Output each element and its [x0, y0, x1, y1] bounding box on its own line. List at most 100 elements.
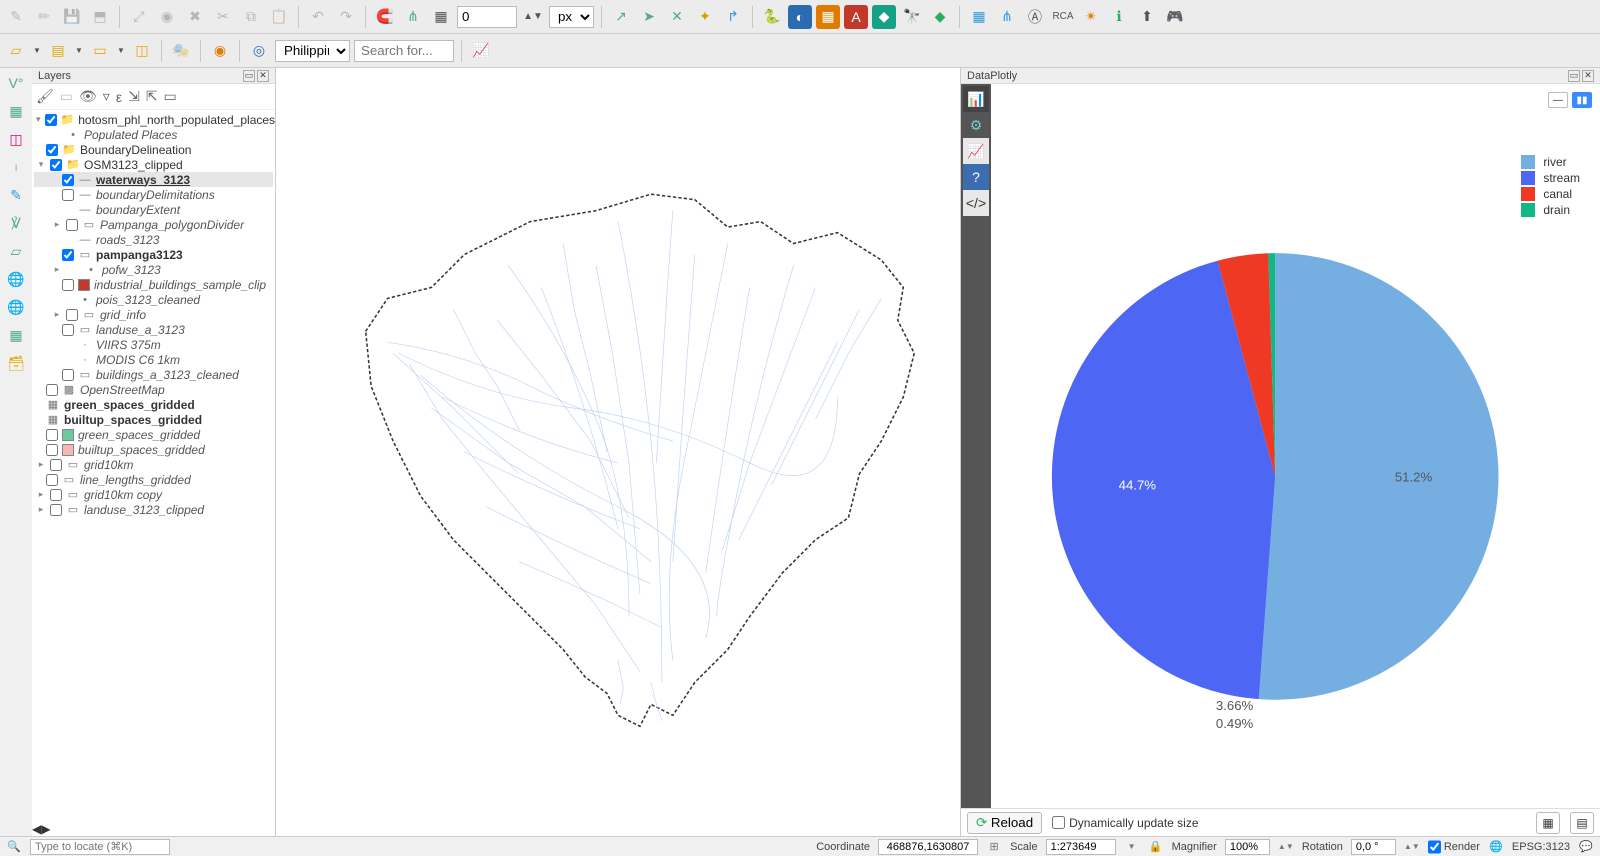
dataplotly-plot[interactable]: — ▮▮ 51.2%44.7%3.66%0.49% riverstreamcan… — [991, 84, 1600, 808]
layer-checkbox[interactable] — [62, 189, 74, 201]
dp-toggle-left-icon[interactable]: — — [1548, 92, 1568, 108]
python-icon[interactable]: 🐍 — [760, 5, 784, 29]
stepper-icon[interactable]: ▲▼ — [521, 5, 545, 29]
scale-value[interactable] — [1046, 839, 1116, 855]
dp-tab-code-icon[interactable]: </> — [963, 190, 989, 216]
magnifier-value[interactable] — [1225, 839, 1270, 855]
plugin-teal-icon[interactable]: ◆ — [872, 5, 896, 29]
plugin-green-icon[interactable]: ◆ — [928, 5, 952, 29]
extents-icon[interactable]: ⊞ — [986, 839, 1002, 855]
select-all-icon[interactable]: ▤ — [46, 39, 70, 63]
rotation-value[interactable] — [1351, 839, 1396, 855]
tool-green-icon[interactable]: ↗ — [609, 5, 633, 29]
wcs-icon[interactable]: 🌐 — [5, 296, 27, 318]
layer-checkbox[interactable] — [46, 144, 58, 156]
tool-arrow-icon[interactable]: ➤ — [637, 5, 661, 29]
wms-icon[interactable]: ▱ — [5, 240, 27, 262]
db-icon[interactable]: 🗃 — [5, 352, 27, 374]
plugin-orange-icon[interactable]: ▦ — [816, 5, 840, 29]
tool-arrow2-icon[interactable]: ↱ — [721, 5, 745, 29]
country-select[interactable]: Philippines — [275, 40, 350, 62]
legend-item-canal[interactable]: canal — [1521, 186, 1580, 202]
a-tool-icon[interactable]: Ⓐ — [1023, 5, 1047, 29]
layer-checkbox[interactable] — [50, 489, 62, 501]
tool-star-icon[interactable]: ✦ — [693, 5, 717, 29]
layer-checkbox[interactable] — [62, 369, 74, 381]
crs-value[interactable]: EPSG:3123 — [1512, 841, 1570, 853]
remove-layer-icon[interactable]: ▭ — [164, 88, 177, 105]
layer-checkbox[interactable] — [46, 474, 58, 486]
locator-input[interactable] — [30, 839, 170, 855]
layer-checkbox[interactable] — [46, 429, 58, 441]
panel-close-icon[interactable]: ✕ — [257, 70, 269, 82]
vertex-tool-icon[interactable]: ⋔ — [401, 5, 425, 29]
virtual-layer-icon[interactable]: ℣ — [5, 212, 27, 234]
expand-icon[interactable]: ⇲ — [128, 88, 140, 105]
messages-icon[interactable]: 💬 — [1578, 839, 1594, 855]
nodes-icon[interactable]: ⋔ — [995, 5, 1019, 29]
dp-tab-help-icon[interactable]: ? — [963, 164, 989, 190]
layer-checkbox[interactable] — [46, 384, 58, 396]
plugin-blue-icon[interactable]: ◐ — [788, 5, 812, 29]
select-rect-icon[interactable]: ▱ — [4, 39, 28, 63]
eye-icon[interactable]: ▭ — [60, 88, 73, 105]
dropdown-arrow-icon[interactable]: ▼ — [32, 39, 42, 63]
pie-slice-river[interactable] — [1259, 253, 1499, 700]
dp-footer-tool2-icon[interactable]: ▤ — [1570, 812, 1594, 834]
dropdown-arrow-icon[interactable]: ▼ — [74, 39, 84, 63]
dynamic-update-checkbox[interactable] — [1052, 816, 1065, 829]
magnifier-stepper-icon[interactable]: ▲▼ — [1278, 839, 1294, 855]
style-icon[interactable]: 🖌 — [36, 88, 54, 105]
layer-checkbox[interactable] — [66, 219, 78, 231]
layer-checkbox[interactable] — [62, 324, 74, 336]
layers-hscroll[interactable]: ◀▶ — [32, 822, 275, 836]
layer-checkbox[interactable] — [46, 444, 58, 456]
delim-text-icon[interactable]: ၊ — [5, 156, 27, 178]
binoculars-icon[interactable]: 🔭 — [900, 5, 924, 29]
dp-tab-plot-icon[interactable]: 📊 — [963, 86, 989, 112]
chart-icon[interactable]: 📈 — [469, 39, 493, 63]
mesh-layer-icon[interactable]: ◫ — [5, 128, 27, 150]
expression-icon[interactable]: ε — [116, 89, 122, 105]
tool-x-icon[interactable]: ✕ — [665, 5, 689, 29]
rca-icon[interactable]: RCA — [1051, 5, 1075, 29]
layer-checkbox[interactable] — [62, 249, 74, 261]
spatialite-icon[interactable]: ✎ — [5, 184, 27, 206]
wfs-icon[interactable]: 🌐 — [5, 268, 27, 290]
layer-checkbox[interactable] — [62, 279, 74, 291]
collapse-icon[interactable]: ⇱ — [146, 88, 158, 105]
coordinate-value[interactable] — [878, 839, 978, 855]
xyz-icon[interactable]: ▦ — [5, 324, 27, 346]
layer-checkbox[interactable] — [50, 159, 62, 171]
crs-icon[interactable]: 🌐 — [1488, 839, 1504, 855]
units-select[interactable]: px — [549, 6, 594, 28]
panel-undock-icon[interactable]: ▭ — [1568, 70, 1580, 82]
lock-icon[interactable]: 🔒 — [1148, 839, 1164, 855]
dp-tab-settings-icon[interactable]: ⚙ — [963, 112, 989, 138]
plugin-red-icon[interactable]: A — [844, 5, 868, 29]
controller-icon[interactable]: 🎮 — [1163, 5, 1187, 29]
layer-checkbox[interactable] — [62, 174, 74, 186]
legend-item-drain[interactable]: drain — [1521, 202, 1580, 218]
legend-item-river[interactable]: river — [1521, 154, 1580, 170]
reload-button[interactable]: ⟳ Reload — [967, 812, 1042, 834]
legend-item-stream[interactable]: stream — [1521, 170, 1580, 186]
tolerance-input[interactable] — [457, 6, 517, 28]
layer-checkbox[interactable] — [45, 114, 57, 126]
panel-undock-icon[interactable]: ▭ — [243, 70, 255, 82]
layer-checkbox[interactable] — [66, 309, 78, 321]
export-icon[interactable]: ⬆ — [1135, 5, 1159, 29]
render-checkbox[interactable] — [1428, 839, 1441, 855]
orange-circle-icon[interactable]: ◉ — [208, 39, 232, 63]
layer-tree[interactable]: ▾📁hotosm_phl_north_populated_places •Pop… — [32, 110, 275, 822]
filter-icon[interactable]: ▿ — [103, 88, 110, 105]
snapping-icon[interactable]: 🧲 — [373, 5, 397, 29]
target-icon[interactable]: ◎ — [247, 39, 271, 63]
direction-icon[interactable]: ✴ — [1079, 5, 1103, 29]
grid-icon[interactable]: ▦ — [967, 5, 991, 29]
vector-layer-icon[interactable]: V° — [5, 72, 27, 94]
rotation-stepper-icon[interactable]: ▲▼ — [1404, 839, 1420, 855]
deselect-icon[interactable]: ▭ — [88, 39, 112, 63]
info-icon[interactable]: ℹ — [1107, 5, 1131, 29]
search-input[interactable] — [354, 40, 454, 62]
